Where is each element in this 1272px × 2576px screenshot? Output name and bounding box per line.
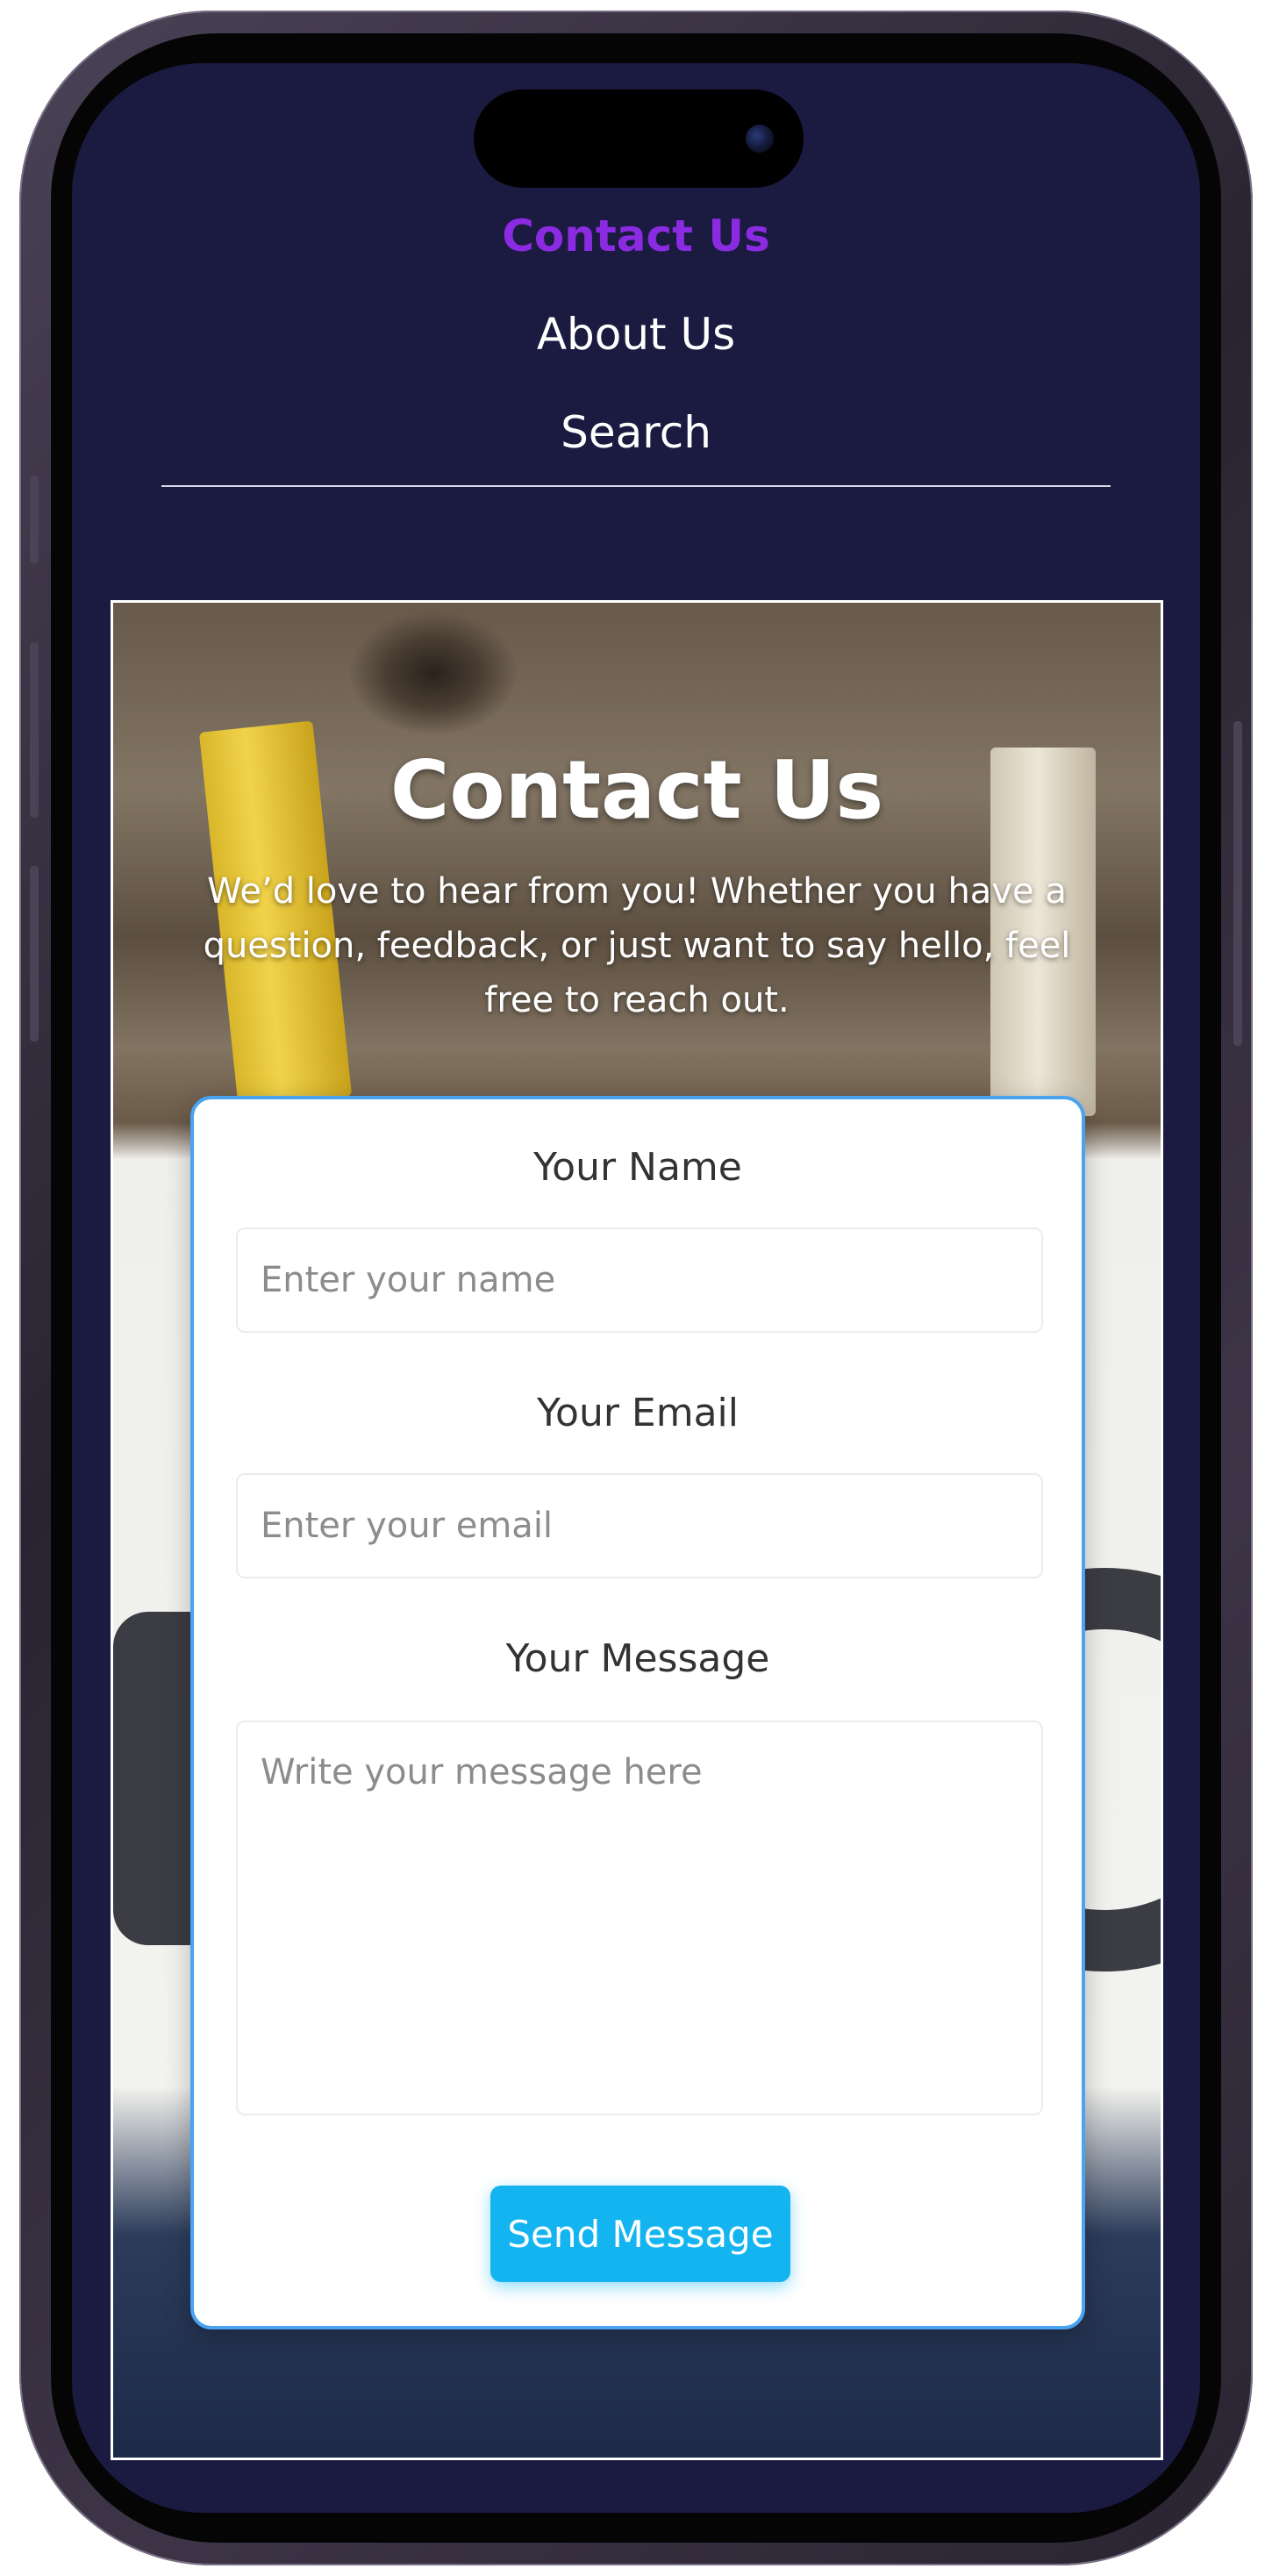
action-button: [30, 476, 39, 563]
page-subtitle: We’d love to hear from you! Whether you …: [203, 871, 1071, 1020]
message-label: Your Message: [505, 1636, 770, 1681]
contact-form: Your Name Your Email Your Message Send M…: [190, 1096, 1085, 2329]
volume-down-button: [30, 866, 39, 1041]
email-label: Your Email: [537, 1391, 739, 1435]
screen: Contact Us About Us Search Contact Us We…: [72, 63, 1200, 2513]
nav-item-search[interactable]: Search: [72, 407, 1200, 458]
volume-up-button: [30, 642, 39, 818]
nav-item-about-us[interactable]: About Us: [72, 309, 1200, 360]
nav-divider: [161, 485, 1111, 487]
page-title: Contact Us: [389, 743, 884, 837]
email-input[interactable]: [236, 1473, 1043, 1578]
name-input[interactable]: [236, 1227, 1043, 1333]
camera-icon: [746, 125, 774, 153]
message-textarea[interactable]: [236, 1721, 1043, 2115]
dynamic-island: [474, 89, 804, 188]
hero-background-wood-knot: [350, 612, 517, 734]
name-label: Your Name: [533, 1145, 742, 1190]
send-message-button[interactable]: Send Message: [490, 2186, 790, 2282]
contact-hero: Contact Us We’d love to hear from you! W…: [111, 600, 1163, 2460]
nav-item-contact-us[interactable]: Contact Us: [72, 211, 1200, 261]
power-button: [1233, 721, 1242, 1046]
